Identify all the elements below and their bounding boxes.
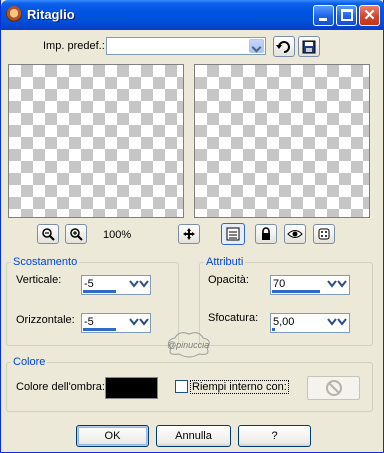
zoom-in-button[interactable]	[65, 224, 87, 244]
title-bar[interactable]: Ritaglio ✕	[1, 0, 384, 30]
lock-button[interactable]	[255, 224, 277, 244]
shadow-color-label: Colore dell'ombra:	[16, 381, 105, 393]
horizontal-spinner[interactable]	[128, 314, 150, 332]
pan-button[interactable]	[178, 224, 200, 244]
chevron-down-icon[interactable]	[249, 39, 264, 53]
close-icon: ✕	[363, 7, 376, 24]
horizontal-input[interactable]: -5	[81, 313, 151, 333]
ok-button[interactable]: OK	[76, 425, 149, 447]
eye-icon	[287, 230, 303, 238]
fill-interior-label[interactable]: Riempi interno con:	[190, 380, 289, 394]
randomize-button[interactable]	[313, 224, 335, 244]
proof-icon	[226, 227, 240, 241]
spinner-arrows-icon	[327, 280, 347, 288]
fill-color-button[interactable]	[307, 376, 360, 400]
fill-interior-checkbox[interactable]	[175, 380, 188, 393]
original-preview[interactable]	[8, 64, 184, 218]
help-button[interactable]: ?	[238, 425, 311, 447]
reset-button[interactable]	[273, 36, 295, 57]
blur-spinner[interactable]	[326, 314, 348, 332]
zoom-level: 100%	[103, 229, 132, 241]
minimize-button[interactable]	[313, 5, 334, 26]
proof-toggle[interactable]	[221, 223, 245, 245]
result-preview	[194, 64, 370, 218]
opacity-value: 70	[273, 278, 286, 290]
vertical-value: -5	[84, 278, 94, 290]
blur-slider[interactable]	[272, 328, 275, 331]
minimize-icon	[319, 18, 327, 21]
vertical-slider[interactable]	[83, 290, 116, 293]
save-preset-button[interactable]	[298, 36, 320, 57]
vertical-label: Verticale:	[16, 274, 62, 286]
dialog-window: Ritaglio ✕ Imp. predef.: 100% Scostament…	[0, 0, 384, 453]
pan-icon	[183, 228, 195, 240]
window-title: Ritaglio	[27, 7, 75, 22]
blur-input[interactable]: 5,00	[270, 313, 350, 333]
spinner-arrows-icon	[129, 280, 149, 288]
horizontal-value: -5	[84, 316, 94, 328]
offset-group-title: Scostamento	[11, 256, 80, 268]
close-button[interactable]: ✕	[359, 5, 380, 26]
dice-icon	[318, 228, 330, 240]
blur-value: 5,00	[273, 316, 295, 328]
lock-icon	[262, 227, 270, 240]
save-icon	[302, 40, 316, 53]
watermark-text: @pinuccia	[167, 340, 210, 350]
color-group-title: Colore	[11, 356, 48, 368]
spinner-arrows-icon	[327, 318, 347, 326]
zoom-out-icon	[42, 228, 55, 241]
opacity-spinner[interactable]	[326, 276, 348, 294]
zoom-in-icon	[70, 228, 83, 241]
no-symbol-icon	[325, 380, 342, 396]
vertical-input[interactable]: -5	[81, 275, 151, 295]
zoom-out-button[interactable]	[37, 224, 59, 244]
shadow-color-swatch[interactable]	[105, 377, 158, 399]
presets-dropdown[interactable]	[106, 37, 266, 55]
spinner-arrows-icon	[129, 318, 149, 326]
opacity-label: Opacità:	[208, 274, 249, 286]
cancel-button[interactable]: Annulla	[156, 425, 231, 447]
app-icon[interactable]	[6, 6, 22, 22]
watermark: @pinuccia	[161, 330, 217, 358]
attributes-group-title: Attributi	[204, 256, 246, 268]
auto-proof-button[interactable]	[284, 224, 306, 244]
blur-label: Sfocatura:	[208, 312, 259, 324]
vertical-spinner[interactable]	[128, 276, 150, 294]
horizontal-slider[interactable]	[83, 328, 116, 331]
opacity-slider[interactable]	[272, 290, 320, 293]
presets-label: Imp. predef.:	[43, 40, 105, 52]
opacity-input[interactable]: 70	[270, 275, 350, 295]
maximize-button[interactable]	[336, 5, 357, 26]
horizontal-label: Orizzontale:	[16, 314, 75, 326]
reset-icon	[276, 40, 290, 53]
maximize-icon	[341, 9, 353, 21]
